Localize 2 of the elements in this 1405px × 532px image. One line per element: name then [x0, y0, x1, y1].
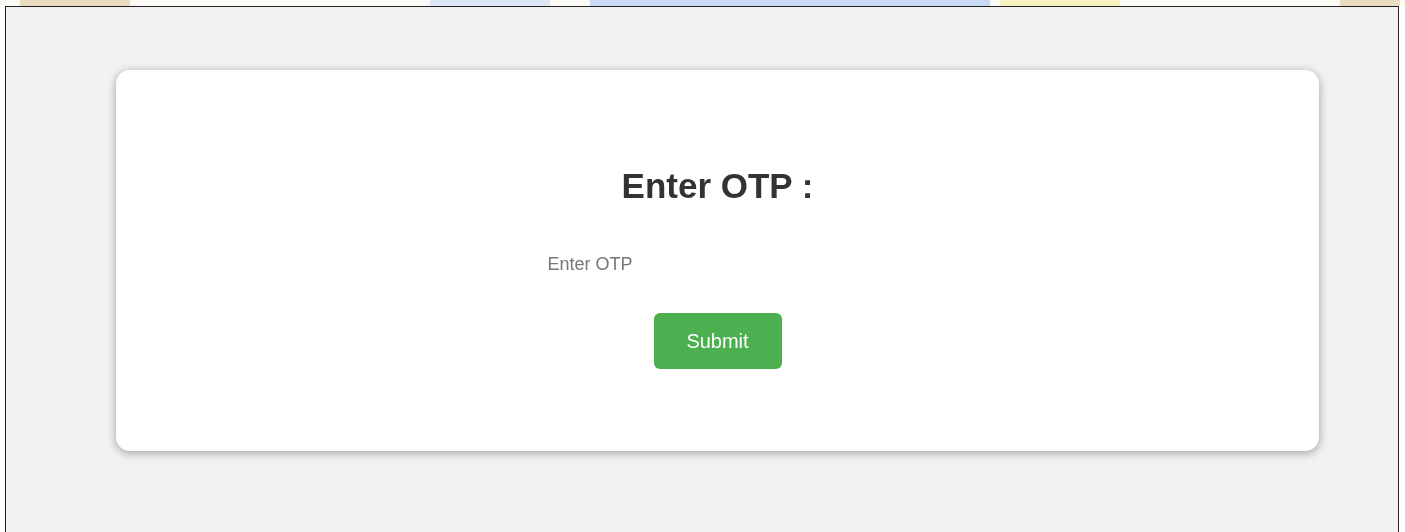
submit-button[interactable]: Submit: [653, 313, 782, 369]
card-heading: Enter OTP :: [621, 166, 814, 206]
